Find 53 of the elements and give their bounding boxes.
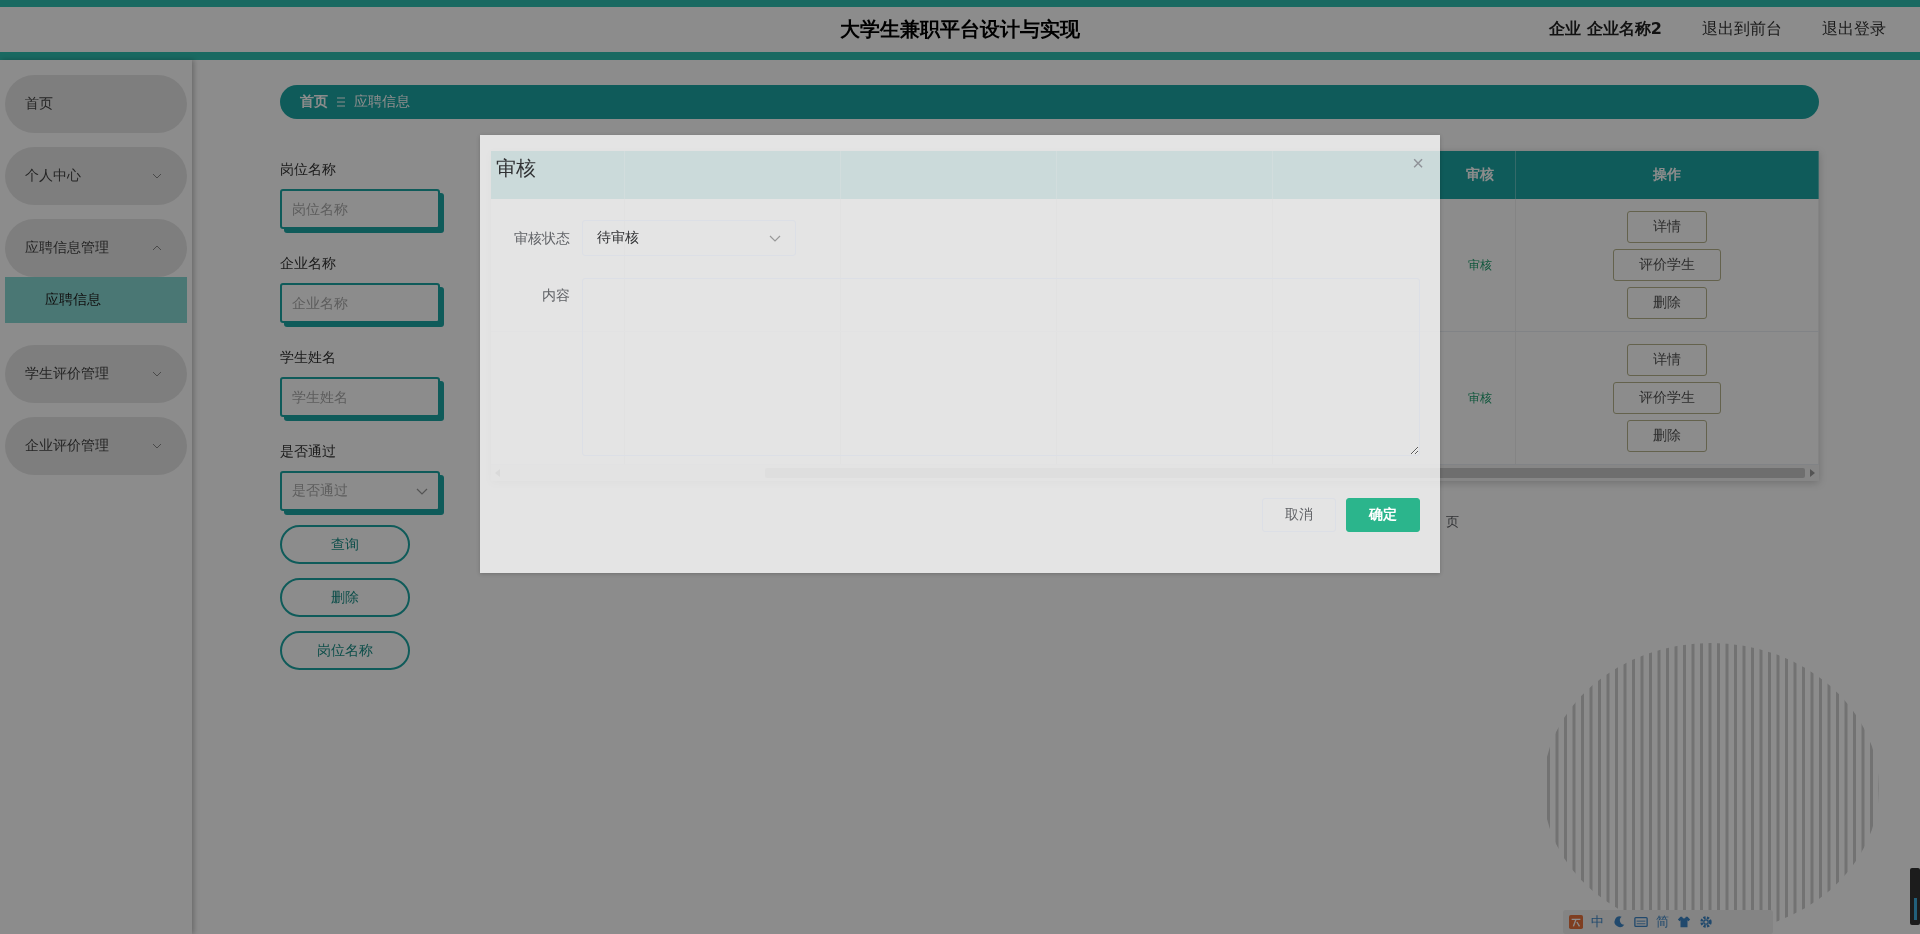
dialog-title: 审核 bbox=[496, 156, 536, 180]
shirt-icon[interactable] bbox=[1677, 915, 1691, 929]
ime-logo-icon[interactable] bbox=[1569, 915, 1583, 929]
moon-icon[interactable] bbox=[1612, 915, 1626, 929]
menu-item[interactable]: 首页 bbox=[5, 75, 187, 133]
chevron-down-icon bbox=[152, 371, 162, 377]
rate-student-button[interactable]: 评价学生 bbox=[1613, 249, 1721, 281]
chevron-down-icon bbox=[416, 487, 428, 495]
column-header: 操作 bbox=[1516, 151, 1819, 199]
meter-widget-icon bbox=[1910, 868, 1920, 925]
review-link[interactable]: 审核 bbox=[1468, 389, 1492, 407]
scroll-right-icon[interactable] bbox=[1809, 469, 1815, 477]
input-mode-toggle[interactable]: 中 bbox=[1591, 913, 1604, 931]
position-name-button[interactable]: 岗位名称 bbox=[280, 631, 410, 670]
user-info: 企业 企业名称2 bbox=[1549, 19, 1662, 40]
menu-item[interactable]: 应聘信息管理 bbox=[5, 219, 187, 277]
chevron-up-icon bbox=[152, 245, 162, 251]
confirm-button[interactable]: 确定 bbox=[1346, 498, 1420, 532]
field-label: 审核状态 bbox=[513, 229, 570, 248]
header-link[interactable]: 退出登录 bbox=[1822, 19, 1886, 40]
submenu-item[interactable]: 应聘信息 bbox=[5, 277, 187, 323]
chevron-down-icon bbox=[152, 173, 162, 179]
details-button[interactable]: 详情 bbox=[1627, 344, 1707, 376]
status-select[interactable]: 待审核 bbox=[582, 220, 796, 256]
field-label: 是否通过 bbox=[280, 442, 337, 461]
query-button[interactable]: 查询 bbox=[280, 525, 410, 564]
breadcrumb-link[interactable]: 首页 bbox=[300, 93, 328, 111]
field-label: 岗位名称 bbox=[280, 160, 337, 179]
field-label: 内容 bbox=[541, 286, 570, 305]
keyboard-icon[interactable] bbox=[1634, 915, 1648, 929]
delete-button[interactable]: 删除 bbox=[1627, 420, 1707, 452]
field-label: 企业名称 bbox=[280, 254, 337, 273]
cancel-button[interactable]: 取消 bbox=[1262, 498, 1336, 532]
menu-item[interactable]: 学生评价管理 bbox=[5, 345, 187, 403]
close-button[interactable]: × bbox=[1412, 153, 1424, 173]
page-suffix: 页 bbox=[1446, 513, 1459, 531]
column-header: 审核 bbox=[1445, 151, 1516, 199]
menu-icon bbox=[336, 96, 346, 108]
chevron-down-icon bbox=[152, 443, 162, 449]
chevron-down-icon bbox=[769, 234, 781, 242]
menu-item[interactable]: 个人中心 bbox=[5, 147, 187, 205]
delete-button[interactable]: 删除 bbox=[280, 578, 410, 617]
delete-button[interactable]: 删除 bbox=[1627, 287, 1707, 319]
header-link[interactable]: 退出到前台 bbox=[1702, 19, 1782, 40]
field-label: 学生姓名 bbox=[280, 348, 337, 367]
breadcrumb-current: 应聘信息 bbox=[354, 93, 410, 111]
details-button[interactable]: 详情 bbox=[1627, 211, 1707, 243]
rate-student-button[interactable]: 评价学生 bbox=[1613, 382, 1721, 414]
review-link[interactable]: 审核 bbox=[1468, 256, 1492, 274]
simplified-toggle[interactable]: 简 bbox=[1656, 913, 1669, 931]
menu-item[interactable]: 企业评价管理 bbox=[5, 417, 187, 475]
gear-icon[interactable] bbox=[1699, 915, 1713, 929]
page-title: 大学生兼职平台设计与实现 bbox=[840, 16, 1080, 43]
